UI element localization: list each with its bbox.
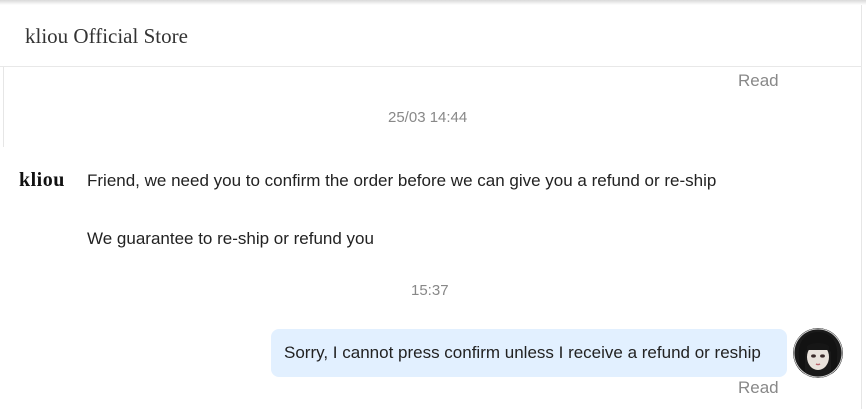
incoming-message: We guarantee to re-ship or refund you xyxy=(87,229,374,248)
store-logo-icon[interactable]: kliou xyxy=(19,169,65,192)
divider xyxy=(3,67,4,147)
outgoing-message: Sorry, I cannot press confirm unless I r… xyxy=(284,343,761,362)
outgoing-message-bubble[interactable]: Sorry, I cannot press confirm unless I r… xyxy=(271,329,787,377)
message-timestamp: 15:37 xyxy=(411,282,449,299)
message-list[interactable]: Read 25/03 14:44 kliou Friend, we need y… xyxy=(0,67,866,409)
scrollbar-track[interactable] xyxy=(861,67,862,409)
avatar-icon xyxy=(793,328,843,378)
store-name-title: kliou Official Store xyxy=(25,24,188,48)
incoming-message: Friend, we need you to confirm the order… xyxy=(87,171,717,190)
chat-window: kliou Official Store Read 25/03 14:44 kl… xyxy=(0,0,866,409)
chat-header: kliou Official Store xyxy=(0,5,862,67)
user-avatar[interactable] xyxy=(793,328,843,378)
read-receipt: Read xyxy=(738,378,779,397)
read-receipt: Read xyxy=(738,71,779,90)
message-timestamp: 25/03 14:44 xyxy=(388,109,468,126)
